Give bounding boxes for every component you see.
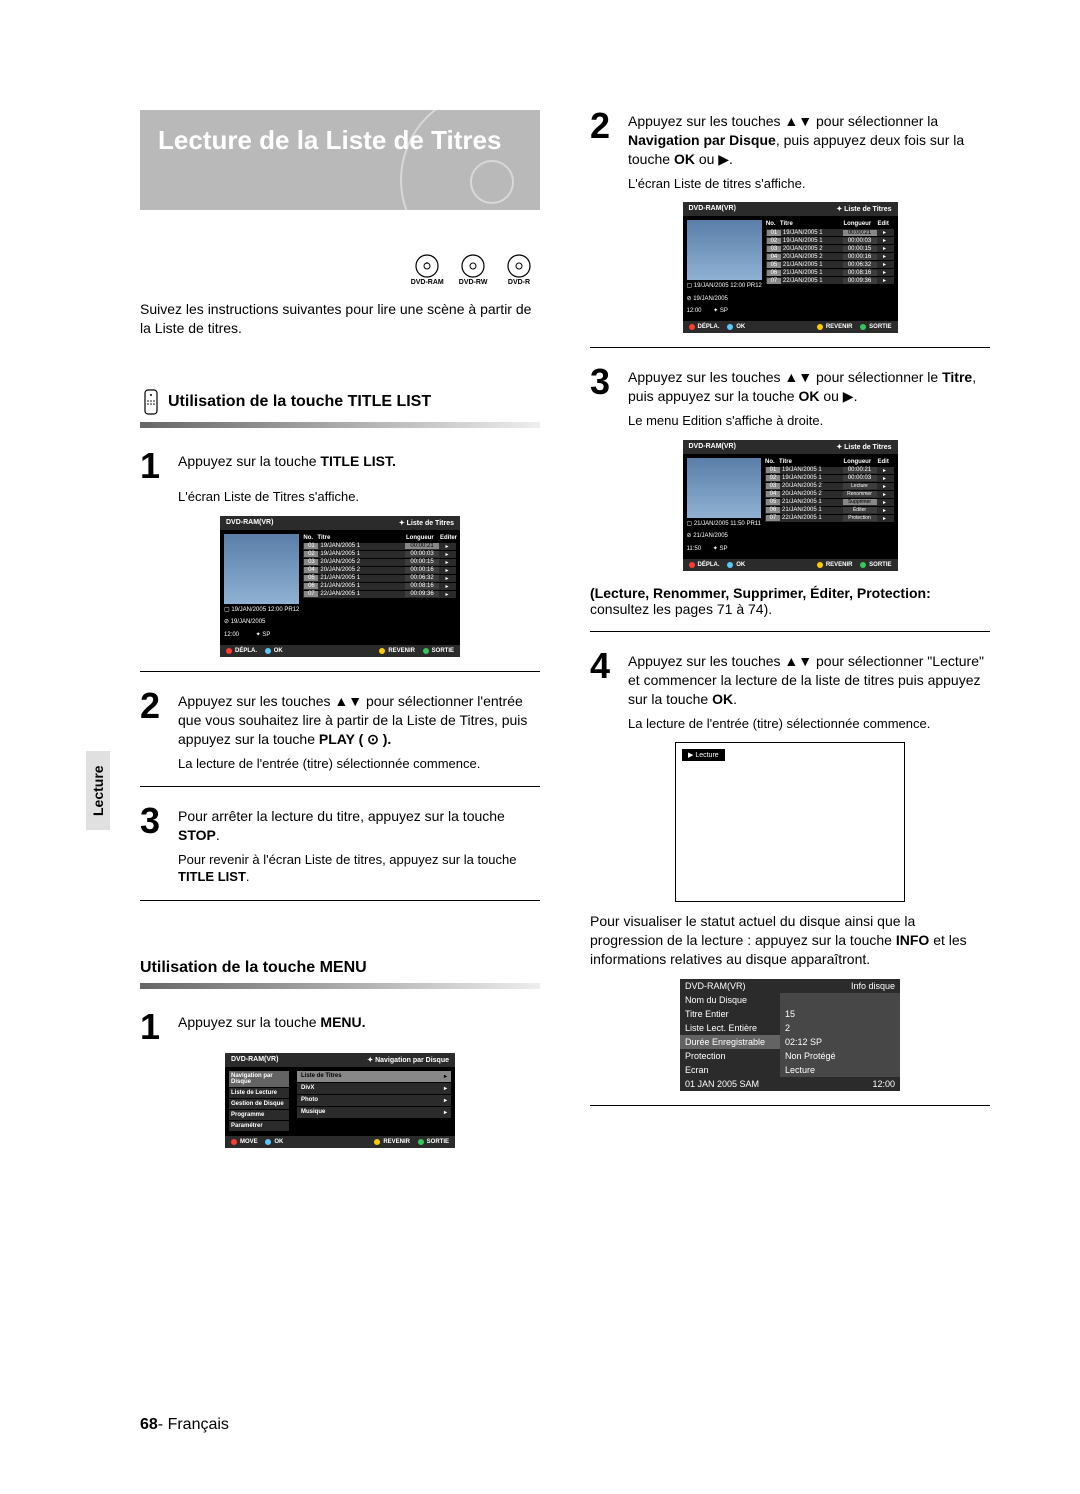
osd-row: 0521/JAN/2005 100:06:32▸ (766, 261, 894, 268)
osd-row: 0119/JAN/2005 100:00:21▸ (766, 229, 894, 236)
compatible-disc-icons: ● DVD-RAM DVD-RW DVD-R (140, 254, 540, 290)
playback-preview-box: ▶ Lecture (675, 742, 905, 902)
divider (140, 786, 540, 787)
side-tab: Lecture (86, 751, 110, 830)
osd-title-list-2: DVD-RAM(VR)✦ Liste de Titres ▢ 19/JAN/20… (683, 202, 898, 333)
right-step-3: 3 Appuyez sur les touches ▲▼ pour sélect… (590, 366, 990, 406)
step-3: 3 Pour arrêter la lecture du titre, appu… (140, 805, 540, 845)
osd-row: 0420/JAN/2005 200:00:16▸ (766, 253, 894, 260)
step-number: 2 (590, 110, 616, 169)
playback-label: ▶ Lecture (682, 749, 725, 761)
divider (590, 347, 990, 348)
page-language: - Français (158, 1416, 229, 1433)
nav-main-item: DivX▸ (297, 1083, 451, 1094)
divider (590, 631, 990, 632)
page-title: Lecture de la Liste de Titres (158, 126, 522, 156)
osd-title-list-1: DVD-RAM(VR)✦ Liste de Titres ▢ 19/JAN/20… (220, 516, 460, 657)
step-number: 3 (590, 366, 616, 406)
osd-row: 0320/JAN/2005 2Lecture▸ (765, 483, 893, 490)
nav-side-item: Paramétrer (229, 1121, 289, 1131)
step-1: 1 Appuyez sur la touche TITLE LIST. (140, 450, 540, 482)
step-number: 1 (140, 450, 166, 482)
nav-main-item: Musique▸ (297, 1107, 451, 1118)
actions-note: (Lecture, Renommer, Supprimer, Éditer, P… (590, 585, 990, 617)
right-step-2: 2 Appuyez sur les touches ▲▼ pour sélect… (590, 110, 990, 169)
step-number: 4 (590, 650, 616, 709)
nav-main-item: Photo▸ (297, 1095, 451, 1106)
nav-side-item: Navigation par Disque (229, 1071, 289, 1087)
right-step-4: 4 Appuyez sur les touches ▲▼ pour sélect… (590, 650, 990, 709)
osd-title-list-3: DVD-RAM(VR)✦ Liste de Titres ▢ 21/JAN/20… (683, 440, 898, 571)
right-step-2-sub: L'écran Liste de titres s'affiche. (628, 175, 990, 193)
osd-row: 0219/JAN/2005 100:00:03▸ (303, 551, 456, 558)
step-1-sub: L'écran Liste de Titres s'affiche. (178, 488, 540, 506)
disc-icon-dvdr: DVD-R (498, 254, 540, 290)
nav-main-item: Liste de Titres▸ (297, 1071, 451, 1082)
step-2-sub: La lecture de l'entrée (titre) sélection… (178, 755, 540, 773)
section-heading-text: Utilisation de la touche MENU (140, 959, 367, 977)
osd-row: 0722/JAN/2005 1Protection▸ (765, 515, 893, 522)
menu-step-1: 1 Appuyez sur la touche MENU. (140, 1011, 540, 1043)
osd-row: 0119/JAN/2005 100:00:21▸ (303, 543, 456, 550)
right-step-3-sub: Le menu Edition s'affiche à droite. (628, 412, 990, 430)
infodisc-row: EcranLecture (680, 1063, 900, 1077)
osd-row: 0119/JAN/2005 100:00:21▸ (765, 467, 893, 474)
osd-row: 0320/JAN/2005 200:00:15▸ (766, 245, 894, 252)
nav-side-item: Liste de Lecture (229, 1088, 289, 1098)
osd-row: 0521/JAN/2005 1Supprimer▸ (765, 499, 893, 506)
section-underline (140, 422, 540, 428)
remote-icon (140, 388, 162, 416)
step-number: 3 (140, 805, 166, 845)
osd-row: 0420/JAN/2005 2Renommer▸ (765, 491, 893, 498)
osd-info-disc: DVD-RAM(VR)Info disque Nom du DisqueTitr… (680, 979, 900, 1091)
section-underline (140, 983, 540, 989)
step-number: 2 (140, 690, 166, 749)
osd-preview-image (224, 534, 299, 604)
osd-row: 0722/JAN/2005 100:09:36▸ (766, 277, 894, 284)
section-heading-menu: Utilisation de la touche MENU (140, 959, 540, 977)
osd-row: 0521/JAN/2005 100:06:32▸ (303, 575, 456, 582)
infodisc-row: Liste Lect. Entière2 (680, 1021, 900, 1035)
page-title-block: Lecture de la Liste de Titres (140, 110, 540, 210)
divider (140, 900, 540, 901)
disc-icon-dvdrw: DVD-RW (452, 254, 494, 290)
right-step-4-sub: La lecture de l'entrée (titre) sélection… (628, 715, 990, 733)
page-footer: 68- Français (140, 1416, 229, 1434)
infodisc-row: Durée Enregistrable02:12 SP (680, 1035, 900, 1049)
osd-row: 0320/JAN/2005 200:00:15▸ (303, 559, 456, 566)
infodisc-row: Titre Entier15 (680, 1007, 900, 1021)
osd-preview-image (687, 458, 762, 518)
osd-row: 0219/JAN/2005 100:00:03▸ (766, 237, 894, 244)
divider (590, 1105, 990, 1106)
step-number: 1 (140, 1011, 166, 1043)
infodisc-row: ProtectionNon Protégé (680, 1049, 900, 1063)
osd-row: 0621/JAN/2005 100:08:16▸ (303, 583, 456, 590)
disc-icon-dvdram: ● DVD-RAM (406, 254, 448, 290)
step-3-sub: Pour revenir à l'écran Liste de titres, … (178, 851, 540, 886)
osd-row: 0722/JAN/2005 100:09:36▸ (303, 591, 456, 598)
nav-side-item: Gestion de Disque (229, 1099, 289, 1109)
osd-row: 0621/JAN/2005 100:08:16▸ (766, 269, 894, 276)
post-play-note: Pour visualiser le statut actuel du disq… (590, 912, 990, 969)
osd-row: 0420/JAN/2005 200:00:16▸ (303, 567, 456, 574)
step-2: 2 Appuyez sur les touches ▲▼ pour sélect… (140, 690, 540, 749)
svg-text:●: ● (426, 260, 429, 265)
section-heading-text: Utilisation de la touche TITLE LIST (168, 393, 431, 411)
infodisc-row: Nom du Disque (680, 993, 900, 1007)
page-number: 68 (140, 1416, 158, 1433)
osd-row: 0621/JAN/2005 1Éditer▸ (765, 507, 893, 514)
divider (140, 671, 540, 672)
nav-side-item: Programme (229, 1110, 289, 1120)
osd-row: 0219/JAN/2005 100:00:03▸ (765, 475, 893, 482)
section-heading-titlelist: Utilisation de la touche TITLE LIST (140, 388, 540, 416)
intro-text: Suivez les instructions suivantes pour l… (140, 300, 540, 338)
osd-navigation: DVD-RAM(VR)✦ Navigation par Disque Navig… (225, 1053, 455, 1148)
osd-preview-image (687, 220, 762, 280)
